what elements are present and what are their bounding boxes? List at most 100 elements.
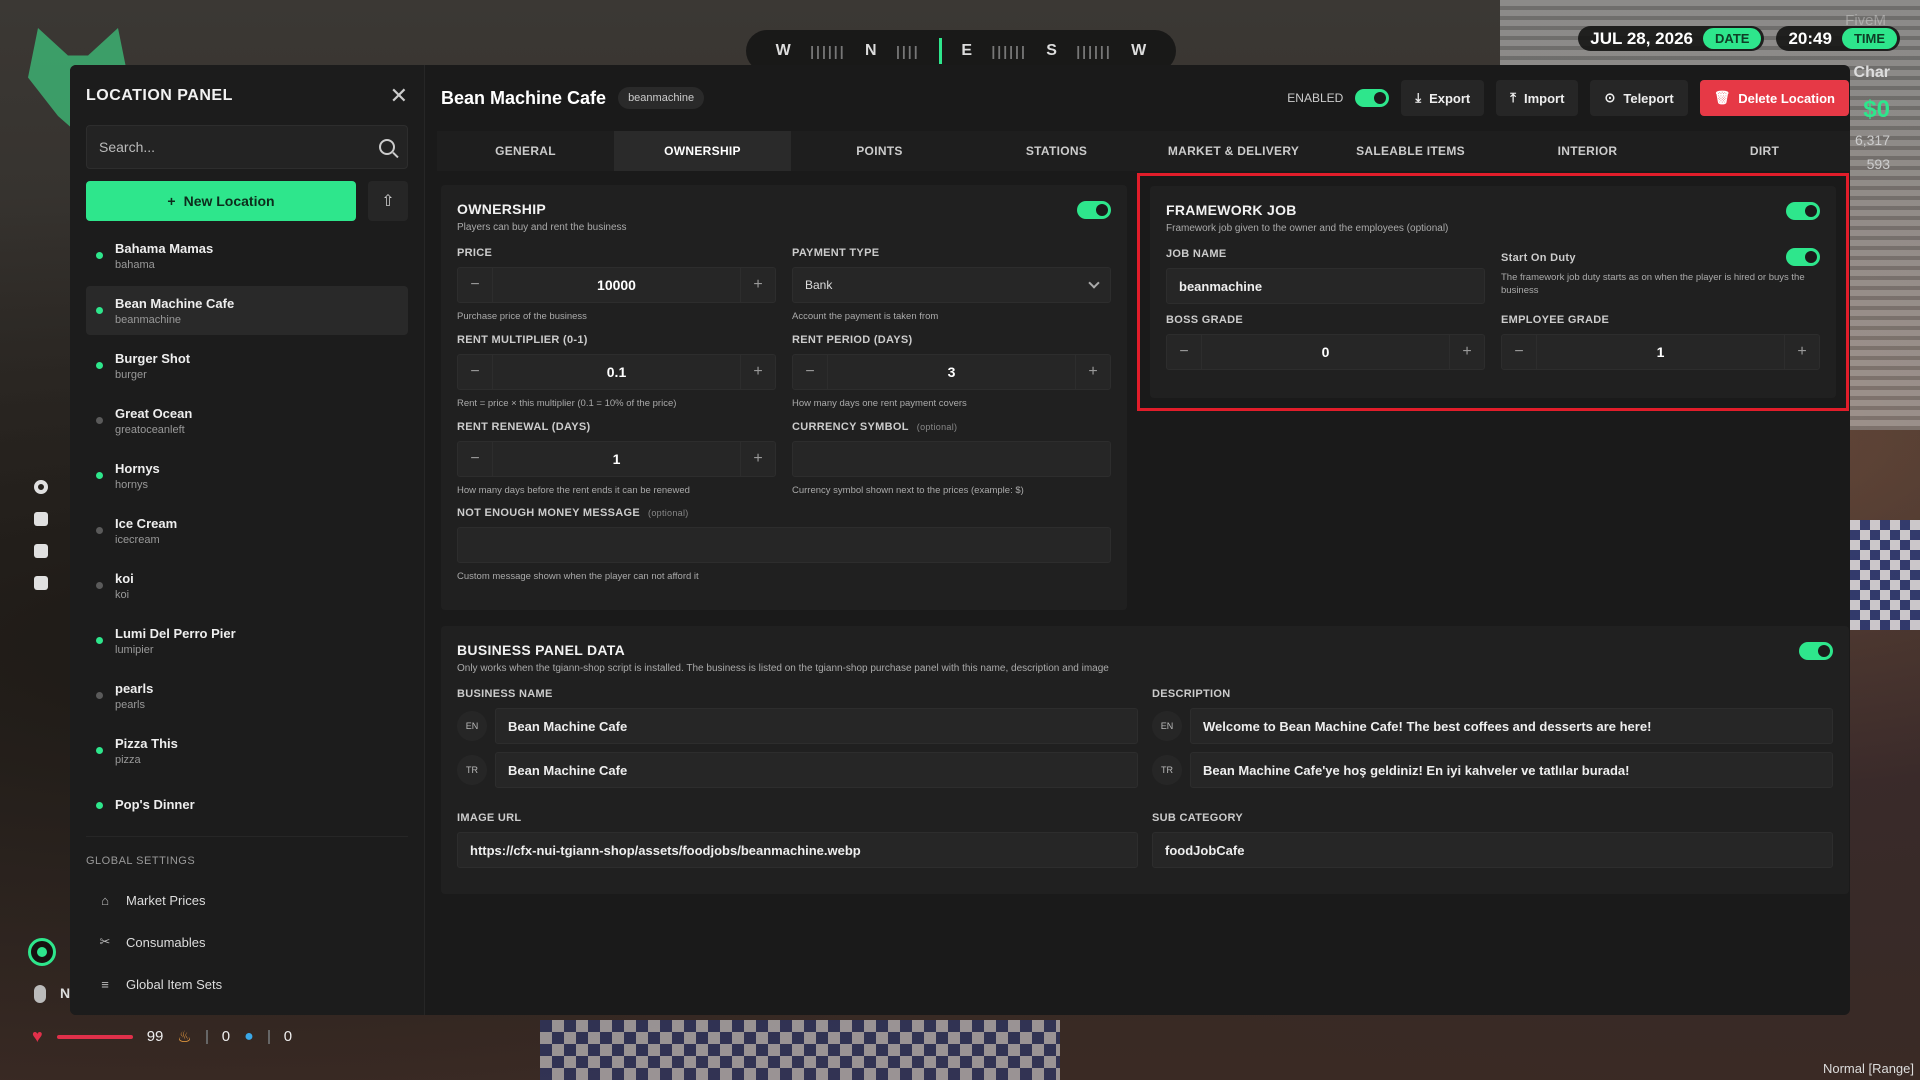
phone-icon — [34, 544, 48, 558]
location-name: Great Ocean — [115, 405, 193, 421]
rent-renewal-value[interactable]: 1 — [492, 441, 741, 476]
teleport-button[interactable]: ⊙ Teleport — [1590, 80, 1688, 116]
location-item[interactable]: Lumi Del Perro Pier lumipier — [86, 616, 408, 665]
search-input[interactable] — [99, 139, 379, 155]
tab-stations[interactable]: STATIONS — [968, 131, 1145, 171]
panel-title: LOCATION PANEL — [86, 87, 233, 104]
increment-button[interactable]: + — [741, 276, 775, 294]
business-name-tr-input[interactable]: Bean Machine Cafe — [495, 752, 1138, 789]
business-name-en-input[interactable]: Bean Machine Cafe — [495, 708, 1138, 745]
currency-field: CURRENCY SYMBOL (optional) Currency symb… — [792, 421, 1111, 498]
description-en-input[interactable]: Welcome to Bean Machine Cafe! The best c… — [1190, 708, 1833, 745]
import-button[interactable]: ⤒ Import — [1496, 80, 1579, 116]
enabled-toggle[interactable] — [1355, 89, 1390, 107]
location-item[interactable]: Ice Cream icecream — [86, 506, 408, 555]
new-location-button[interactable]: + New Location — [86, 181, 356, 221]
boss-grade-value[interactable]: 0 — [1201, 335, 1450, 369]
job-name-input[interactable]: beanmachine — [1166, 268, 1485, 304]
tab-general[interactable]: GENERAL — [437, 131, 614, 171]
bag-icon — [34, 512, 48, 526]
delete-location-button[interactable]: 🗑 Delete Location — [1699, 80, 1849, 116]
status-dot — [96, 692, 103, 699]
location-item[interactable]: Bahama Mamas bahama — [86, 231, 408, 280]
tab-saleable-items[interactable]: SALEABLE ITEMS — [1322, 131, 1499, 171]
sidebar-header: LOCATION PANEL ✕ — [86, 81, 408, 111]
checker-floor-bottom — [540, 1020, 1060, 1080]
sidebar-item-global-item-sets[interactable]: ≡ Global Item Sets — [86, 963, 408, 1005]
nomoney-input[interactable] — [457, 527, 1111, 564]
cards-row: OWNERSHIP Players can buy and rent the b… — [441, 173, 1849, 611]
ownership-subtitle: Players can buy and rent the business — [457, 222, 627, 233]
export-button[interactable]: ⤓ Export — [1401, 80, 1485, 116]
description-tr-input[interactable]: Bean Machine Cafe'ye hoş geldiniz! En iy… — [1190, 752, 1833, 789]
nomoney-field: NOT ENOUGH MONEY MESSAGE (optional) Cust… — [457, 507, 1111, 584]
decrement-button[interactable]: − — [458, 450, 492, 468]
voice-mode: Normal [Range] — [1822, 1061, 1914, 1076]
location-item[interactable]: pearls pearls — [86, 671, 408, 720]
decrement-button[interactable]: − — [1502, 343, 1536, 361]
business-fields: BUSINESS NAME EN Bean Machine Cafe TR Be… — [457, 688, 1833, 878]
business-name-label: BUSINESS NAME — [457, 688, 553, 701]
image-url-input[interactable]: https://cfx-nui-tgiann-shop/assets/foodj… — [457, 832, 1138, 869]
location-item[interactable]: Great Ocean greatoceanleft — [86, 396, 408, 445]
increment-button[interactable]: + — [1450, 343, 1484, 361]
location-item[interactable]: Pop's Dinner — [86, 781, 408, 830]
decrement-button[interactable]: − — [458, 363, 492, 381]
desc-en-row: EN Welcome to Bean Machine Cafe! The bes… — [1152, 708, 1833, 745]
sidebar-item-market-prices[interactable]: ⌂ Market Prices — [86, 879, 408, 921]
water-icon: ● — [244, 1027, 254, 1045]
payment-select[interactable]: Bank — [792, 267, 1111, 303]
price-value[interactable]: 10000 — [492, 268, 741, 302]
compass-n: N — [865, 42, 877, 59]
decrement-button[interactable]: − — [1167, 343, 1201, 361]
pin-icon: ⊙ — [1604, 90, 1616, 105]
location-id: lumipier — [115, 643, 154, 656]
increment-button[interactable]: + — [741, 363, 775, 381]
close-icon[interactable]: ✕ — [390, 83, 408, 109]
sidebar-item-consumables[interactable]: ✂ Consumables — [86, 921, 408, 963]
ownership-toggle[interactable] — [1077, 201, 1111, 219]
compass-needle — [938, 38, 942, 64]
location-item[interactable]: Pizza This pizza — [86, 726, 408, 775]
location-name: Pop's Dinner — [115, 796, 195, 812]
rent-period-stepper: − 3 + — [792, 353, 1111, 390]
increment-button[interactable]: + — [1076, 363, 1110, 381]
increment-button[interactable]: + — [1785, 343, 1819, 361]
employee-grade-value[interactable]: 1 — [1536, 335, 1785, 369]
main-area: Bean Machine Cafe beanmachine ENABLED ⤓ … — [425, 65, 1850, 1015]
new-location-label: New Location — [183, 193, 275, 209]
location-item[interactable]: Burger Shot burger — [86, 341, 408, 390]
hud-side-icons — [34, 480, 48, 590]
search-icon[interactable] — [379, 139, 395, 155]
bank-value: 6,317 — [1854, 132, 1890, 148]
sub-category-input[interactable]: foodJobCafe — [1152, 832, 1833, 869]
image-url-label: IMAGE URL — [457, 812, 522, 825]
location-item[interactable]: koi koi — [86, 561, 408, 610]
tab-points[interactable]: POINTS — [791, 131, 968, 171]
location-item[interactable]: Hornys hornys — [86, 451, 408, 500]
start-duty-toggle[interactable] — [1786, 248, 1820, 266]
rent-multiplier-value[interactable]: 0.1 — [492, 354, 741, 389]
location-name: koi — [115, 570, 134, 586]
business-title: BUSINESS PANEL DATA — [457, 642, 626, 659]
business-toggle[interactable] — [1799, 642, 1833, 661]
tab-interior[interactable]: INTERIOR — [1499, 131, 1676, 171]
currency-input[interactable] — [792, 440, 1111, 477]
rent-period-value[interactable]: 3 — [827, 354, 1076, 389]
location-item[interactable]: Bean Machine Cafe beanmachine — [86, 286, 408, 335]
location-icon — [28, 938, 56, 966]
tab-market-delivery[interactable]: MARKET & DELIVERY — [1145, 131, 1322, 171]
decrement-button[interactable]: − — [458, 276, 492, 294]
name-tr-row: TR Bean Machine Cafe — [457, 752, 1138, 789]
location-text: Bahama Mamas bahama — [115, 241, 213, 271]
location-id: bahama — [115, 258, 155, 271]
tab-dirt[interactable]: DIRT — [1676, 131, 1850, 171]
location-text: Lumi Del Perro Pier lumipier — [115, 626, 236, 656]
tab-ownership[interactable]: OWNERSHIP — [614, 131, 791, 171]
increment-button[interactable]: + — [741, 450, 775, 468]
tab-content: OWNERSHIP Players can buy and rent the b… — [425, 171, 1850, 908]
upload-icon[interactable]: ⇧ — [368, 181, 408, 221]
framework-toggle[interactable] — [1786, 202, 1820, 220]
circle-icon — [34, 480, 48, 494]
decrement-button[interactable]: − — [793, 363, 827, 381]
